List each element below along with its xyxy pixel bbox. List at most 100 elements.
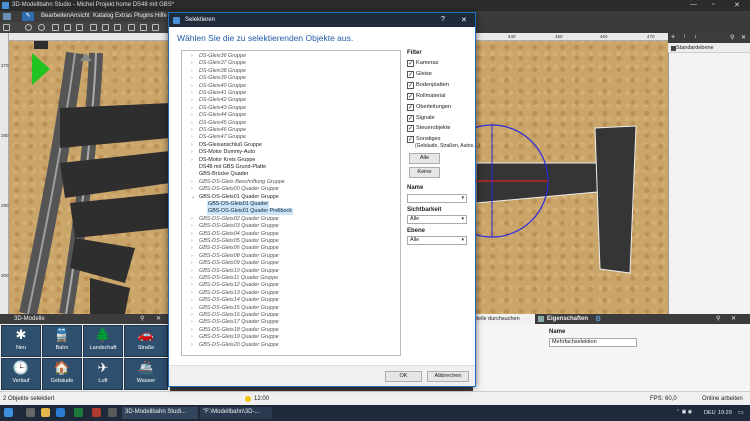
taskbar-app-3dmbs[interactable]: 3D-Modellbahn Studi... bbox=[122, 407, 198, 419]
panel-close-icon[interactable]: ✕ bbox=[741, 34, 746, 41]
chevron-right-icon[interactable]: › bbox=[191, 97, 193, 104]
tree-item[interactable]: › GBS-DS-Gleis14 Quader Gruppe bbox=[182, 297, 392, 304]
tree-item[interactable]: › GBS-DS-Gleis Beschriftung Gruppe bbox=[182, 179, 392, 186]
excel-icon[interactable] bbox=[74, 408, 83, 417]
move-down-icon[interactable]: ↓ bbox=[694, 34, 697, 40]
chevron-right-icon[interactable]: › bbox=[191, 238, 193, 245]
checkbox[interactable]: ✓ bbox=[407, 81, 414, 89]
tree-item[interactable]: › DS-Gleis47 Gruppe bbox=[182, 134, 392, 141]
tree-item[interactable]: › DS-Gleis36 Gruppe bbox=[182, 53, 392, 60]
redo-icon[interactable] bbox=[38, 24, 45, 31]
tree-item[interactable]: › DS-Gleis38 Gruppe bbox=[182, 68, 392, 75]
tree-item[interactable]: › GBS-DS-Gleis18 Quader Gruppe bbox=[182, 327, 392, 334]
chevron-right-icon[interactable]: › bbox=[191, 223, 193, 230]
taskbar-app-explorer[interactable]: "F:\Modellbahn\3D-... bbox=[200, 407, 272, 419]
tree-item[interactable]: › GBS-DS-Gleis20 Quader Gruppe bbox=[182, 342, 392, 349]
model-search-bar[interactable]: delle durchsuchen bbox=[473, 314, 535, 324]
notification-icon[interactable]: ▭ bbox=[738, 409, 744, 416]
menu-extras[interactable]: Extras bbox=[115, 13, 132, 19]
tree-item[interactable]: › DS-Gleis39 Gruppe bbox=[182, 75, 392, 82]
chevron-right-icon[interactable]: › bbox=[191, 253, 193, 260]
edge-icon[interactable] bbox=[56, 408, 65, 417]
camera-icon[interactable] bbox=[140, 24, 147, 31]
tree-item[interactable]: › GBS-DS-Gleis09 Quader Gruppe bbox=[182, 260, 392, 267]
checkbox[interactable]: ✓ bbox=[407, 103, 414, 111]
chevron-right-icon[interactable]: › bbox=[191, 120, 193, 127]
tree-item[interactable]: › DS-Motor Dummy-Auto bbox=[182, 149, 392, 156]
chevron-right-icon[interactable]: › bbox=[191, 127, 193, 134]
language-indicator[interactable]: DEU bbox=[704, 410, 716, 416]
chevron-right-icon[interactable]: › bbox=[191, 290, 193, 297]
menu-bearbeiten[interactable]: Bearbeiten bbox=[41, 13, 70, 19]
minimize-button[interactable]: — bbox=[690, 1, 697, 8]
model-tile-neu[interactable]: ✱ Neu bbox=[1, 325, 41, 357]
model-tile-landschaft[interactable]: 🌲 Landschaft bbox=[83, 325, 123, 357]
model-tile-gebaeude[interactable]: 🏠 Gebäude bbox=[42, 358, 82, 390]
checkbox[interactable]: ✓ bbox=[407, 92, 414, 100]
tree-item[interactable]: › DS-Gleis41 Gruppe bbox=[182, 90, 392, 97]
chevron-down-icon[interactable]: ⌄ bbox=[191, 194, 195, 201]
chevron-right-icon[interactable]: › bbox=[191, 105, 193, 112]
close-app-button[interactable]: ✕ bbox=[734, 1, 740, 9]
chevron-right-icon[interactable]: › bbox=[191, 260, 193, 267]
tree-item[interactable]: › GBS-DS-Gleis05 Quader Gruppe bbox=[182, 238, 392, 245]
chevron-right-icon[interactable]: › bbox=[191, 68, 193, 75]
tree-item[interactable]: › GBS-DS-Gleis13 Quader Gruppe bbox=[182, 290, 392, 297]
tree-item[interactable]: › GBS-DS-Gleis10 Quader Gruppe bbox=[182, 268, 392, 275]
tree-item[interactable]: › DS-Gleis42 Gruppe bbox=[182, 97, 392, 104]
properties-name-field[interactable]: Mehrfachselektion bbox=[549, 338, 637, 347]
tree-item[interactable]: › DS-Gleisanschluß Gruppe bbox=[182, 142, 392, 149]
tree-item[interactable]: GBS-Brücke Quader bbox=[182, 171, 392, 178]
tree-item[interactable]: › GBS-DS-Gleis08 Quader Gruppe bbox=[182, 253, 392, 260]
chevron-right-icon[interactable]: › bbox=[191, 179, 193, 186]
maximize-button[interactable]: ▫ bbox=[712, 1, 714, 8]
tree-item[interactable]: › DS-Motor Kreis Gruppe bbox=[182, 157, 392, 164]
chevron-right-icon[interactable]: › bbox=[191, 60, 193, 67]
tree-item[interactable]: › DS-Gleis45 Gruppe bbox=[182, 120, 392, 127]
menu-plugins[interactable]: Plugins bbox=[134, 13, 154, 19]
dialog-close-button[interactable]: ✕ bbox=[461, 16, 467, 24]
chevron-right-icon[interactable]: › bbox=[191, 90, 193, 97]
chevron-right-icon[interactable]: › bbox=[191, 297, 193, 304]
tree-item[interactable]: › GBS-DS-Gleis03 Quader Gruppe bbox=[182, 223, 392, 230]
tray-icons[interactable]: ⌃ ▣ ◉ bbox=[676, 409, 692, 415]
cancel-button[interactable]: Abbrechen bbox=[427, 371, 469, 382]
chevron-right-icon[interactable]: › bbox=[191, 231, 193, 238]
chevron-right-icon[interactable]: › bbox=[191, 268, 193, 275]
settings-gear-icon[interactable]: ⚙ bbox=[595, 315, 601, 323]
chevron-right-icon[interactable]: › bbox=[191, 112, 193, 119]
layer-select[interactable]: Alle ▾ bbox=[407, 236, 467, 245]
model-tile-verlauf[interactable]: 🕒 Verlauf bbox=[1, 358, 41, 390]
tree-item[interactable]: ⌄ GBS-DS-Gleis01 Quader Gruppe bbox=[182, 194, 392, 201]
start-icon[interactable] bbox=[4, 408, 13, 417]
save-icon[interactable] bbox=[3, 24, 10, 31]
filter-all-button[interactable]: Alle bbox=[409, 153, 440, 164]
light-icon[interactable] bbox=[152, 24, 159, 31]
tree-item[interactable]: › GBS-DS-Gleis04 Quader Gruppe bbox=[182, 231, 392, 238]
checkbox[interactable]: ✓ bbox=[407, 60, 414, 67]
tree-item[interactable]: › DS-Gleis37 Gruppe bbox=[182, 60, 392, 67]
chevron-right-icon[interactable]: › bbox=[191, 334, 193, 341]
chevron-right-icon[interactable]: › bbox=[191, 134, 193, 141]
menu-ansicht[interactable]: Ansicht bbox=[70, 13, 90, 19]
tree-item[interactable]: › GBS-DS-Gleis06 Quader Gruppe bbox=[182, 245, 392, 252]
tree-item[interactable]: › GBS-DS-Gleis17 Quader Gruppe bbox=[182, 319, 392, 326]
chevron-right-icon[interactable]: › bbox=[191, 245, 193, 252]
tree-item[interactable]: › DS-Gleis44 Gruppe bbox=[182, 112, 392, 119]
tree-item[interactable]: GBS-DS-Gleis01 Quader Prellbock bbox=[182, 208, 392, 216]
chevron-right-icon[interactable]: › bbox=[191, 157, 193, 164]
cut-icon[interactable] bbox=[52, 24, 59, 31]
chevron-right-icon[interactable]: › bbox=[191, 312, 193, 319]
chevron-right-icon[interactable]: › bbox=[191, 149, 193, 156]
checkbox[interactable]: ✓ bbox=[407, 125, 414, 133]
rotate-icon[interactable] bbox=[114, 24, 121, 31]
tree-item[interactable]: › GBS-DS-Gleis02 Quader Gruppe bbox=[182, 216, 392, 223]
chevron-right-icon[interactable]: › bbox=[191, 275, 193, 282]
chevron-right-icon[interactable]: › bbox=[191, 342, 193, 349]
chevron-right-icon[interactable]: › bbox=[191, 53, 193, 60]
tree-item[interactable]: › GBS-DS-Gleis00 Quader Gruppe bbox=[182, 186, 392, 193]
model-tile-wasser[interactable]: 🚢 Wasser bbox=[124, 358, 168, 390]
explorer-icon[interactable] bbox=[41, 408, 50, 417]
pin-icon[interactable]: ⚲ bbox=[716, 315, 720, 322]
tree-item[interactable]: › DS-Gleis43 Gruppe bbox=[182, 105, 392, 112]
